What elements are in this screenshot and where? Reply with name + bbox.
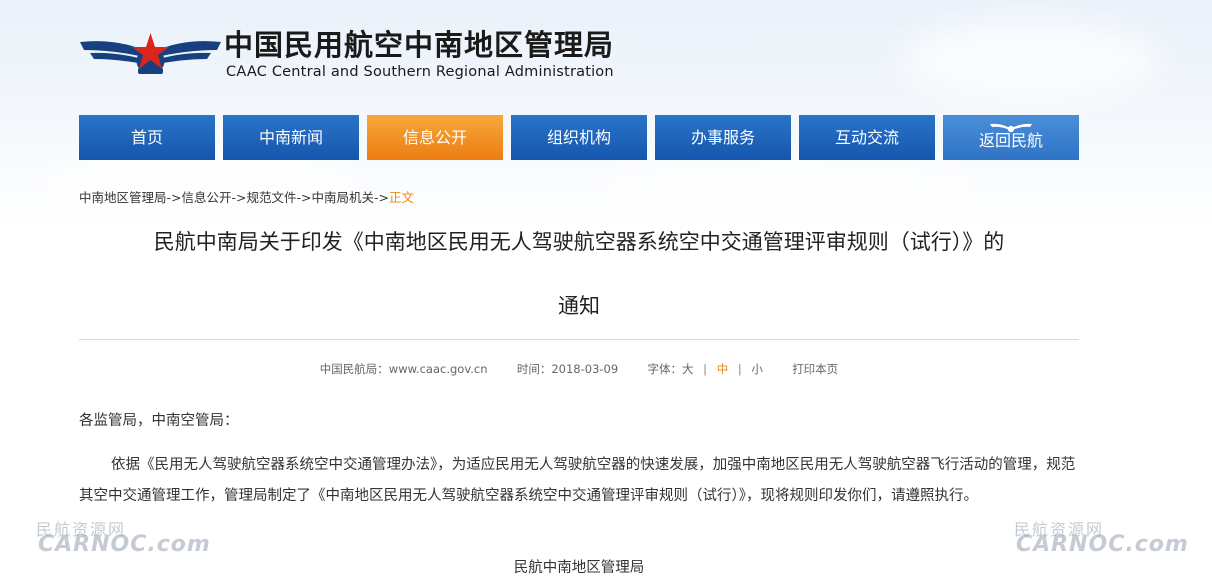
nav-item-news[interactable]: 中南新闻 [223,115,359,160]
nav-item-interaction[interactable]: 互动交流 [799,115,935,160]
nav-item-label: 中南新闻 [258,128,323,147]
site-title: 中国民用航空中南地区管理局 [224,28,615,62]
font-size-medium-button[interactable]: 中 [717,361,729,377]
site-subtitle: CAAC Central and Southern Regional Admin… [226,64,614,80]
font-size-label: 字体： [647,362,683,376]
nav-item-label: 首页 [130,128,163,147]
nav-item-label: 办事服务 [690,128,755,147]
article-date: 时间：2018-03-09 [516,362,619,376]
breadcrumb-link[interactable]: 中南地区管理局 [79,190,167,205]
font-size-separator: | [737,362,742,376]
font-size-separator: | [703,362,708,376]
nav-item-label: 组织机构 [546,128,611,147]
nav-item-label: 返回民航 [978,131,1043,150]
nav-item-organization[interactable]: 组织机构 [511,115,647,160]
article-meta: 中国民航局：www.caac.gov.cn 时间：2018-03-09 字体：大… [79,361,1079,377]
nav-item-label: 互动交流 [834,128,899,147]
header-cloud [900,20,1160,100]
breadcrumb-separator: -> [166,190,182,205]
breadcrumb-link[interactable]: 信息公开 [182,190,232,205]
header-cloud [40,150,360,220]
nav-item-label: 信息公开 [402,128,467,147]
breadcrumb-separator: -> [374,190,389,205]
breadcrumb-link[interactable]: 规范文件 [247,190,297,205]
nav-item-info-disclosure[interactable]: 信息公开 [367,115,503,160]
article-salutation: 各监管局，中南空管局： [79,413,239,429]
article-source: 中国民航局：www.caac.gov.cn [319,362,488,376]
font-size-large-button[interactable]: 大 [682,361,694,377]
header-cloud [600,160,980,220]
font-size-small-button[interactable]: 小 [751,361,763,377]
article-title: 民航中南局关于印发《中南地区民用无人驾驶航空器系统空中交通管理评审规则（试行）》… [153,230,1005,254]
breadcrumb-link[interactable]: 中南局机关 [312,190,375,205]
print-page-button[interactable]: 打印本页 [792,361,838,377]
nav-item-return-caac[interactable]: 返回民航 [943,115,1079,160]
article-title-continued: 通知 [558,294,600,318]
breadcrumb-separator: -> [296,190,312,205]
watermark-logo: CARNOC.com [38,532,211,557]
page: 中国民用航空中南地区管理局 CAAC Central and Southern … [0,0,1212,576]
watermark-logo: CARNOC.com [1016,532,1189,557]
article-body: 依据《民用无人驾驶航空器系统空中交通管理办法》，为适应民用无人驾驶航空器的快速发… [79,457,1076,504]
article-signature: 民航中南地区管理局 [513,560,645,576]
main-nav: 首页 中南新闻 信息公开 组织机构 办事服务 互动交流 返回民航 [79,115,1079,160]
breadcrumb-separator: -> [231,190,247,205]
nav-item-home[interactable]: 首页 [79,115,215,160]
caac-wings-logo-icon[interactable] [78,28,223,84]
nav-item-services[interactable]: 办事服务 [655,115,791,160]
breadcrumb: 中南地区管理局->信息公开->规范文件->中南局机关->正文 [79,187,414,206]
breadcrumb-current: 正文 [389,190,415,205]
title-divider [79,339,1079,340]
